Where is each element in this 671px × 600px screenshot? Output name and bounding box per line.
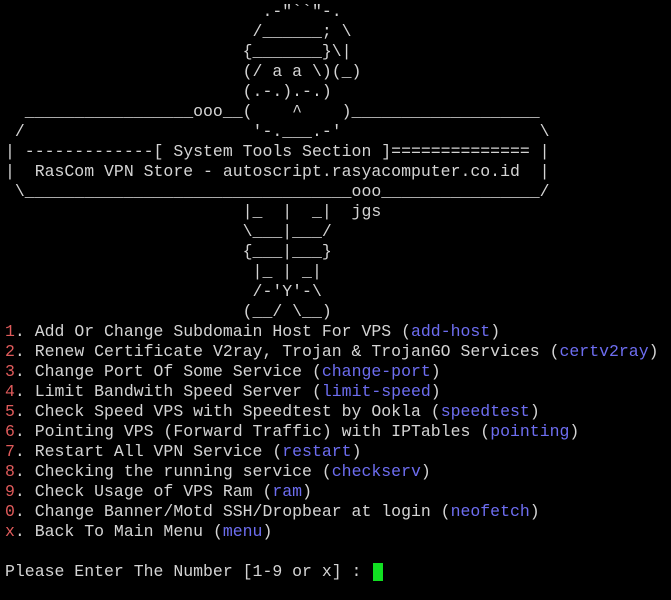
menu-label: . Restart All VPN Service (: [14, 442, 283, 461]
terminal-window[interactable]: .-"``"-. /______; \ {_______}\| (/ a a \…: [5, 2, 671, 582]
menu-command: add-host: [410, 322, 491, 341]
menu-number: 2: [5, 342, 15, 361]
menu-number: 4: [5, 382, 15, 401]
menu-item-neofetch: 0. Change Banner/Motd SSH/Dropbear at lo…: [5, 502, 671, 522]
menu-close: ): [351, 442, 362, 461]
menu-command: menu: [222, 522, 263, 541]
menu-number: 1: [5, 322, 15, 341]
menu-item-add-host: 1. Add Or Change Subdomain Host For VPS …: [5, 322, 671, 342]
menu-item-checkserv: 8. Checking the running service (checkse…: [5, 462, 671, 482]
menu-label: . Change Port Of Some Service (: [14, 362, 322, 381]
menu-command: pointing: [490, 422, 570, 441]
menu-item-restart: 7. Restart All VPN Service (restart): [5, 442, 671, 462]
banner-line: |_ | _| jgs: [5, 202, 382, 221]
banner-line: (__/ \__): [5, 302, 332, 321]
menu-label: . Pointing VPS (Forward Traffic) with IP…: [14, 422, 491, 441]
banner-line: .-"``"-.: [5, 2, 342, 21]
text-cursor[interactable]: [373, 562, 384, 581]
menu-label: . Check Speed VPS with Speedtest by Ookl…: [14, 402, 441, 421]
banner-line: _________________ooo__( ^ )_____________…: [5, 102, 540, 121]
menu-number: 3: [5, 362, 15, 381]
menu-command: neofetch: [450, 502, 530, 521]
menu-label: . Change Banner/Motd SSH/Dropbear at log…: [14, 502, 451, 521]
menu-item-certv2ray: 2. Renew Certificate V2ray, Trojan & Tro…: [5, 342, 671, 362]
banner-line: / '-.___.-' \: [5, 122, 550, 141]
banner-line: /-'Y'-\: [5, 282, 322, 301]
menu-close: ): [529, 502, 540, 521]
menu-command: limit-speed: [321, 382, 431, 401]
menu-item-change-port: 3. Change Port Of Some Service (change-p…: [5, 362, 671, 382]
menu-item-main-menu: x. Back To Main Menu (menu): [5, 522, 671, 542]
menu-item-limit-speed: 4. Limit Bandwith Speed Server (limit-sp…: [5, 382, 671, 402]
menu-number: 6: [5, 422, 15, 441]
menu-close: ): [430, 362, 441, 381]
menu-label: . Add Or Change Subdomain Host For VPS (: [14, 322, 411, 341]
banner-line: \_________________________________ooo___…: [5, 182, 550, 201]
menu-command: restart: [282, 442, 352, 461]
menu-close: ): [648, 342, 659, 361]
menu-command: change-port: [321, 362, 431, 381]
menu-number: 9: [5, 482, 15, 501]
menu-number: 5: [5, 402, 15, 421]
menu-command: certv2ray: [559, 342, 649, 361]
menu-close: ): [420, 462, 431, 481]
banner-line: {_______}\|: [5, 42, 352, 61]
menu-number: 0: [5, 502, 15, 521]
menu-close: ): [262, 522, 273, 541]
banner-subtitle-line: | RasCom VPN Store - autoscript.rasyacom…: [5, 162, 550, 181]
menu-item-ram: 9. Check Usage of VPS Ram (ram): [5, 482, 671, 502]
ascii-banner: .-"``"-. /______; \ {_______}\| (/ a a \…: [5, 2, 671, 322]
banner-line: {___|___}: [5, 242, 332, 261]
menu-number: 8: [5, 462, 15, 481]
banner-line: (/ a a \)(_): [5, 62, 362, 81]
menu-list: 1. Add Or Change Subdomain Host For VPS …: [5, 322, 671, 542]
menu-label: . Back To Main Menu (: [14, 522, 223, 541]
menu-command: speedtest: [440, 402, 530, 421]
menu-number: 7: [5, 442, 15, 461]
menu-label: . Renew Certificate V2ray, Trojan & Troj…: [14, 342, 560, 361]
banner-line: /______; \: [5, 22, 352, 41]
menu-command: checkserv: [331, 462, 421, 481]
menu-item-speedtest: 5. Check Speed VPS with Speedtest by Ook…: [5, 402, 671, 422]
banner-line: \___|___/: [5, 222, 332, 241]
banner-title-line: | -------------[ System Tools Section ]=…: [5, 142, 550, 161]
prompt-text: Please Enter The Number [1-9 or x] :: [5, 562, 372, 581]
menu-command: ram: [272, 482, 303, 501]
menu-label: . Limit Bandwith Speed Server (: [14, 382, 322, 401]
banner-line: |_ | _|: [5, 262, 322, 281]
menu-label: . Checking the running service (: [14, 462, 332, 481]
menu-close: ): [490, 322, 501, 341]
banner-line: (.-.).-.): [5, 82, 332, 101]
menu-close: ): [569, 422, 580, 441]
menu-label: . Check Usage of VPS Ram (: [14, 482, 273, 501]
menu-close: ): [302, 482, 312, 501]
menu-number: x: [5, 522, 15, 541]
menu-close: ): [529, 402, 540, 421]
menu-close: ): [430, 382, 441, 401]
menu-item-pointing: 6. Pointing VPS (Forward Traffic) with I…: [5, 422, 671, 442]
prompt-line[interactable]: Please Enter The Number [1-9 or x] :: [5, 562, 671, 582]
